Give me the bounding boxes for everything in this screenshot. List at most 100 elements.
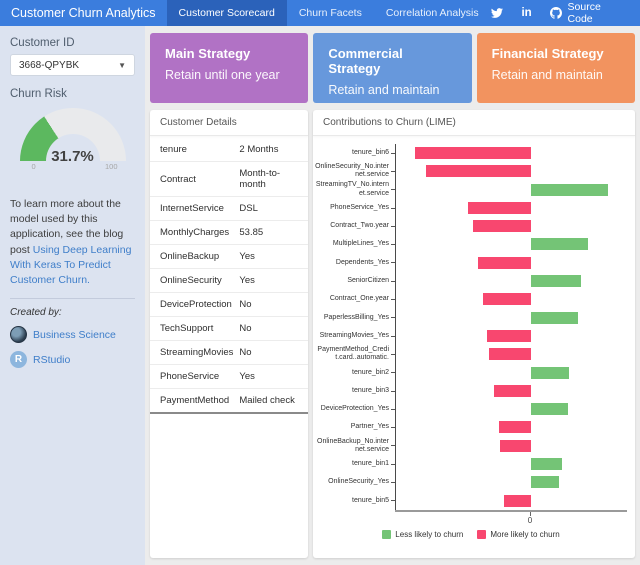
lime-feature-label: StreamingTV_No.internet.service xyxy=(315,181,391,198)
lime-bar-row: OnlineBackup_No.internet.service xyxy=(315,437,627,455)
source-code-label: Source Code xyxy=(568,1,627,25)
lime-bar-row: StreamingMovies_Yes xyxy=(315,327,627,345)
app-title: Customer Churn Analytics xyxy=(0,0,167,26)
main-strategy-text: Retain until one year xyxy=(165,68,293,82)
business-science-link[interactable]: Business Science xyxy=(10,326,135,343)
tab-churn-facets[interactable]: Churn Facets xyxy=(287,0,374,26)
tab-customer-scorecard[interactable]: Customer Scorecard xyxy=(167,0,287,26)
legend-green-swatch xyxy=(382,530,391,539)
lime-bar xyxy=(500,440,531,452)
lime-bar xyxy=(531,367,569,379)
commercial-strategy-text: Retain and maintain xyxy=(328,83,456,97)
lime-feature-label: tenure_bin1 xyxy=(315,460,391,468)
navbar: Customer Churn Analytics Customer Scorec… xyxy=(0,0,640,26)
lime-bar xyxy=(499,421,531,433)
lime-x-axis: 0 xyxy=(395,510,627,512)
legend-more-likely: More likely to churn xyxy=(477,530,559,539)
financial-strategy-card: Financial Strategy Retain and maintain xyxy=(477,33,635,103)
lime-plot-rows: tenure_bin6OnlineSecurity_No.internet.se… xyxy=(315,144,627,510)
table-row: ContractMonth-to-month xyxy=(150,162,308,197)
main-content: Main Strategy Retain until one year Comm… xyxy=(145,26,640,565)
lime-bar-row: Partner_Yes xyxy=(315,418,627,436)
table-row: OnlineBackupYes xyxy=(150,245,308,269)
customer-details-table: tenure2 MonthsContractMonth-to-monthInte… xyxy=(150,138,308,414)
customer-id-select[interactable]: 3668-QPYBK ▼ xyxy=(10,54,135,76)
lime-bar xyxy=(489,348,531,360)
legend-red-swatch xyxy=(477,530,486,539)
churn-risk-label: Churn Risk xyxy=(10,88,135,100)
lime-feature-label: StreamingMovies_Yes xyxy=(315,332,391,340)
lime-bar xyxy=(531,458,562,470)
legend-less-likely: Less likely to churn xyxy=(382,530,463,539)
navbar-links: in Source Code xyxy=(491,0,640,26)
customer-details-title: Customer Details xyxy=(150,110,308,136)
lime-bar xyxy=(504,495,531,507)
lime-bar-row: PaymentMethod_Credit.card..automatic. xyxy=(315,345,627,363)
lime-feature-label: tenure_bin2 xyxy=(315,369,391,377)
twitter-icon[interactable] xyxy=(491,7,504,20)
github-icon xyxy=(550,7,563,20)
lime-bar xyxy=(478,257,531,269)
lime-bar xyxy=(426,165,531,177)
lime-feature-label: tenure_bin5 xyxy=(315,497,391,505)
lime-bar-row: Contract_Two.year xyxy=(315,217,627,235)
table-row: OnlineSecurityYes xyxy=(150,269,308,293)
churn-risk-gauge: 31.7% 0 100 xyxy=(20,108,126,171)
commercial-strategy-card: Commercial Strategy Retain and maintain xyxy=(313,33,471,103)
main-strategy-title: Main Strategy xyxy=(165,46,293,61)
linkedin-icon[interactable]: in xyxy=(520,7,533,20)
lime-bar xyxy=(473,220,531,232)
main-strategy-card: Main Strategy Retain until one year xyxy=(150,33,308,103)
rstudio-logo: R xyxy=(10,351,27,368)
table-row: PaymentMethodMailed check xyxy=(150,389,308,414)
lime-feature-label: OnlineSecurity_No.internet.service xyxy=(315,163,391,180)
lime-bar-row: OnlineSecurity_No.internet.service xyxy=(315,162,627,180)
table-row: DeviceProtectionNo xyxy=(150,293,308,317)
lime-bar-row: tenure_bin3 xyxy=(315,382,627,400)
about-text: To learn more about the model used by th… xyxy=(10,197,135,288)
lime-feature-label: PaperlessBilling_Yes xyxy=(315,314,391,322)
tab-correlation-analysis[interactable]: Correlation Analysis xyxy=(374,0,491,26)
business-science-logo xyxy=(10,326,27,343)
lime-feature-label: OnlineBackup_No.internet.service xyxy=(315,438,391,455)
financial-strategy-text: Retain and maintain xyxy=(492,68,620,82)
table-row: StreamingMoviesNo xyxy=(150,341,308,365)
lime-bar xyxy=(531,184,608,196)
table-row: InternetServiceDSL xyxy=(150,197,308,221)
lime-bar-row: OnlineSecurity_Yes xyxy=(315,473,627,491)
gauge-arc: 31.7% xyxy=(20,108,126,161)
sidebar: Customer ID 3668-QPYBK ▼ Churn Risk 31.7… xyxy=(0,26,145,565)
lime-bar xyxy=(531,275,581,287)
customer-details-card: Customer Details tenure2 MonthsContractM… xyxy=(150,110,308,558)
lime-feature-label: tenure_bin3 xyxy=(315,387,391,395)
table-row: PhoneServiceYes xyxy=(150,365,308,389)
lime-bar-row: Contract_One.year xyxy=(315,290,627,308)
lime-bar xyxy=(531,312,578,324)
chevron-down-icon: ▼ xyxy=(118,61,126,70)
lime-feature-label: Contract_One.year xyxy=(315,295,391,303)
lime-bar xyxy=(531,403,568,415)
lime-chart-title: Contributions to Churn (LIME) xyxy=(313,110,635,136)
lime-feature-label: PhoneService_Yes xyxy=(315,204,391,212)
lime-bar-row: StreamingTV_No.internet.service xyxy=(315,181,627,199)
lime-chart-card: Contributions to Churn (LIME) tenure_bin… xyxy=(313,110,635,558)
nav-tabs: Customer Scorecard Churn Facets Correlat… xyxy=(167,0,491,26)
lime-bar-row: tenure_bin6 xyxy=(315,144,627,162)
lime-bar-row: PhoneService_Yes xyxy=(315,199,627,217)
lime-bar-row: Dependents_Yes xyxy=(315,254,627,272)
lime-bar xyxy=(415,147,531,159)
lime-bar-row: tenure_bin2 xyxy=(315,364,627,382)
commercial-strategy-title: Commercial Strategy xyxy=(328,46,456,76)
strategy-cards: Main Strategy Retain until one year Comm… xyxy=(150,33,635,103)
lime-feature-label: PaymentMethod_Credit.card..automatic. xyxy=(315,346,391,363)
table-row: TechSupportNo xyxy=(150,317,308,341)
lime-bar xyxy=(494,385,531,397)
rstudio-link[interactable]: R RStudio xyxy=(10,351,135,368)
created-by-label: Created by: xyxy=(10,307,135,318)
lime-bar-row: tenure_bin5 xyxy=(315,492,627,510)
lime-bar xyxy=(468,202,531,214)
source-code-link[interactable]: Source Code xyxy=(550,1,627,25)
lime-feature-label: Partner_Yes xyxy=(315,423,391,431)
table-row: tenure2 Months xyxy=(150,138,308,162)
lime-bar-row: DeviceProtection_Yes xyxy=(315,400,627,418)
